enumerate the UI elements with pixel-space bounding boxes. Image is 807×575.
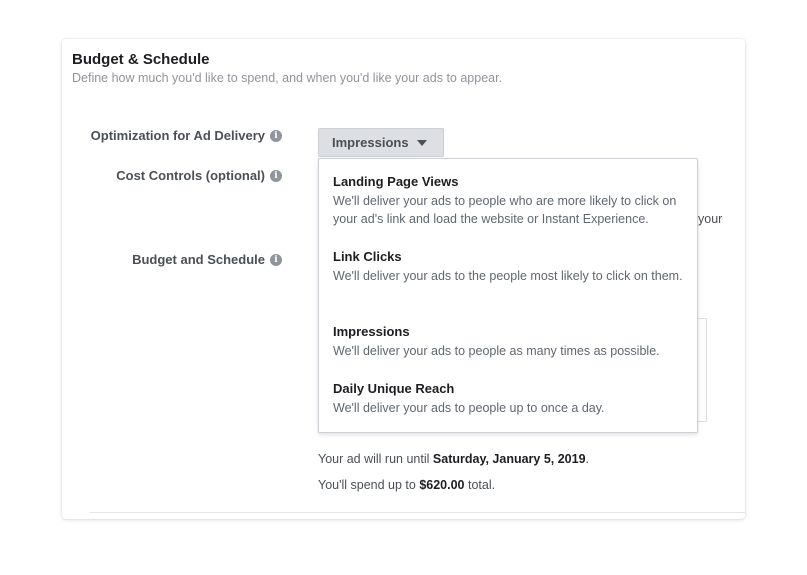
section-title: Budget & Schedule (72, 51, 210, 68)
run-until-text: Your ad will run until Saturday, January… (318, 452, 589, 466)
info-icon[interactable]: i (270, 253, 282, 266)
option-title: Link Clicks (333, 249, 402, 264)
cost-controls-label-text: Cost Controls (optional) (116, 168, 265, 183)
optimization-label: Optimization for Ad Delivery i (91, 128, 282, 143)
option-link-clicks[interactable]: Link Clicks We'll deliver your ads to th… (333, 249, 693, 285)
optimization-label-text: Optimization for Ad Delivery (90, 128, 265, 143)
spend-amount: $620.00 (419, 478, 465, 492)
option-description: We'll deliver your ads to people who are… (333, 194, 677, 226)
spend-suffix: total. (468, 478, 496, 492)
option-description: We'll deliver your ads to people as many… (333, 344, 660, 358)
run-prefix: Your ad will run until (318, 452, 430, 466)
info-icon[interactable]: i (270, 169, 282, 182)
option-daily-unique-reach[interactable]: Daily Unique Reach We'll deliver your ad… (333, 381, 693, 417)
option-title: Landing Page Views (333, 174, 459, 189)
option-title: Impressions (333, 324, 410, 339)
partial-obscured-text: your (698, 212, 723, 226)
run-date: Saturday, January 5, 2019 (432, 452, 586, 466)
optimization-dropdown-menu: Landing Page Views We'll deliver your ad… (318, 158, 698, 433)
option-landing-page-views[interactable]: Landing Page Views We'll deliver your ad… (333, 174, 693, 228)
option-title: Daily Unique Reach (333, 381, 455, 396)
section-subtitle: Define how much you'd like to spend, and… (72, 71, 503, 85)
info-icon[interactable]: i (270, 129, 282, 142)
cost-controls-label: Cost Controls (optional) i (116, 168, 282, 183)
run-suffix: . (585, 452, 590, 466)
budget-schedule-label: Budget and Schedule i (132, 252, 282, 267)
budget-schedule-label-text: Budget and Schedule (132, 252, 265, 267)
spend-prefix: You'll spend up to (318, 478, 416, 492)
spend-text: You'll spend up to $620.00 total. (318, 478, 495, 492)
option-description: We'll deliver your ads to people up to o… (333, 401, 605, 415)
option-description: We'll deliver your ads to the people mos… (333, 269, 683, 283)
optimization-dropdown[interactable]: Impressions (318, 128, 444, 157)
option-impressions[interactable]: Impressions We'll deliver your ads to pe… (333, 324, 693, 360)
caret-down-icon (416, 139, 427, 146)
section-divider (90, 512, 745, 513)
obscured-budget-box (697, 318, 707, 422)
optimization-dropdown-value: Impressions (332, 135, 409, 150)
